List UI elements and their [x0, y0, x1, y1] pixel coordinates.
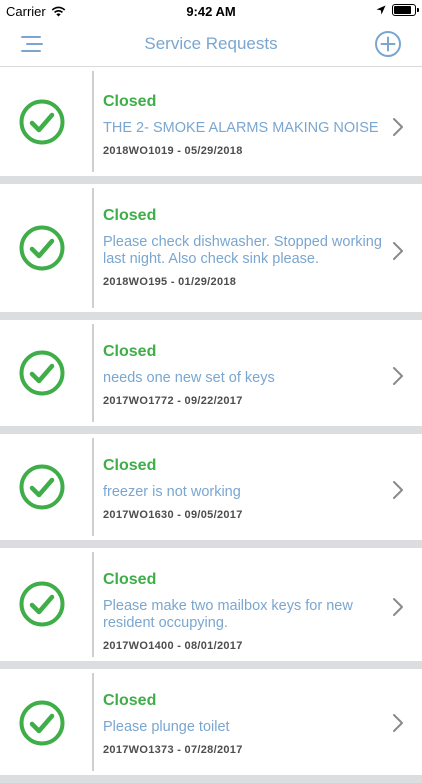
- request-description: Please check dishwasher. Stopped working…: [103, 234, 382, 267]
- status-bar: Carrier 9:42 AM: [0, 0, 422, 22]
- status-time: 9:42 AM: [186, 4, 236, 19]
- request-meta: 2017WO1373 - 07/28/2017: [103, 744, 243, 756]
- card-content: Closed THE 2- SMOKE ALARMS MAKING NOISE …: [103, 93, 384, 157]
- request-card[interactable]: Closed Please plunge toilet 2017WO1373 -…: [0, 669, 422, 783]
- chevron-right-icon: [393, 714, 403, 732]
- card-divider: [92, 673, 94, 771]
- card-divider: [92, 552, 94, 657]
- request-card[interactable]: Closed THE 2- SMOKE ALARMS MAKING NOISE …: [0, 67, 422, 184]
- card-content: Closed freezer is not working 2017WO1630…: [103, 457, 384, 521]
- chevron-right-icon: [393, 367, 403, 385]
- request-description: Please make two mailbox keys for new res…: [103, 598, 353, 631]
- status-label: Closed: [103, 571, 157, 588]
- check-circle-icon: [19, 700, 65, 746]
- request-card[interactable]: Closed needs one new set of keys 2017WO1…: [0, 320, 422, 434]
- check-circle-icon: [19, 464, 65, 510]
- request-description: THE 2- SMOKE ALARMS MAKING NOISE: [103, 120, 379, 136]
- check-circle-icon: [19, 99, 65, 145]
- page-title: Service Requests: [144, 34, 278, 53]
- service-request-list: Closed THE 2- SMOKE ALARMS MAKING NOISE …: [0, 67, 422, 783]
- request-card[interactable]: Closed Please make two mailbox keys for …: [0, 548, 422, 669]
- request-description: Please plunge toilet: [103, 719, 230, 735]
- plus-circle-icon[interactable]: [374, 30, 402, 58]
- request-card[interactable]: Closed Please check dishwasher. Stopped …: [0, 184, 422, 320]
- request-card[interactable]: Closed freezer is not working 2017WO1630…: [0, 434, 422, 548]
- chevron-right-icon: [393, 598, 403, 616]
- card-divider: [92, 71, 94, 172]
- request-meta: 2018WO1019 - 05/29/2018: [103, 145, 243, 157]
- request-description: needs one new set of keys: [103, 370, 275, 386]
- status-label: Closed: [103, 207, 157, 224]
- request-description: freezer is not working: [103, 484, 241, 500]
- status-right: [376, 4, 419, 16]
- location-arrow-icon: [376, 5, 386, 15]
- card-content: Closed Please check dishwasher. Stopped …: [103, 207, 384, 288]
- request-meta: 2018WO195 - 01/29/2018: [103, 276, 237, 288]
- card-divider: [92, 188, 94, 308]
- card-divider: [92, 438, 94, 536]
- battery-icon: [392, 4, 419, 16]
- request-meta: 2017WO1772 - 09/22/2017: [103, 395, 243, 407]
- check-circle-icon: [19, 350, 65, 396]
- chevron-right-icon: [393, 481, 403, 499]
- chevron-right-icon: [393, 118, 403, 136]
- check-circle-icon: [19, 225, 65, 271]
- card-content: Closed needs one new set of keys 2017WO1…: [103, 343, 384, 407]
- card-content: Closed Please make two mailbox keys for …: [103, 571, 384, 652]
- navigation-bar: Service Requests: [0, 22, 422, 67]
- status-label: Closed: [103, 457, 157, 474]
- request-meta: 2017WO1400 - 08/01/2017: [103, 640, 243, 652]
- check-circle-icon: [19, 581, 65, 627]
- status-label: Closed: [103, 93, 157, 110]
- card-divider: [92, 324, 94, 422]
- status-label: Closed: [103, 692, 157, 709]
- card-content: Closed Please plunge toilet 2017WO1373 -…: [103, 692, 384, 756]
- status-label: Closed: [103, 343, 157, 360]
- request-meta: 2017WO1630 - 09/05/2017: [103, 509, 243, 521]
- chevron-right-icon: [393, 242, 403, 260]
